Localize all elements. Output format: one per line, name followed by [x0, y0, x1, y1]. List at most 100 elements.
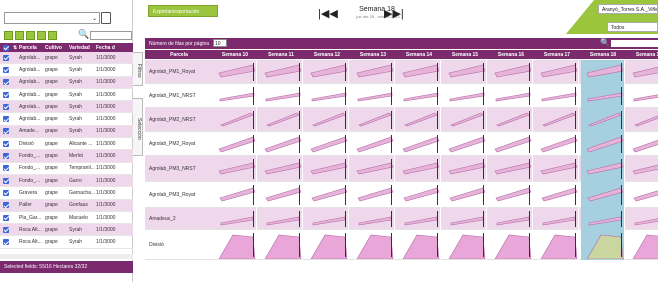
grid-icon[interactable]: [4, 31, 13, 40]
row-checkbox[interactable]: [3, 140, 9, 147]
parcel-thumbnail[interactable]: [213, 182, 257, 208]
parcel-thumbnail[interactable]: [213, 156, 257, 182]
parcel-thumbnail[interactable]: [305, 230, 349, 260]
parcel-name[interactable]: Divisió: [149, 242, 164, 248]
row-checkbox[interactable]: [3, 54, 9, 61]
parcel-thumbnail[interactable]: [443, 108, 487, 132]
parcel-thumbnail[interactable]: [535, 156, 579, 182]
parcel-thumbnail[interactable]: [627, 230, 658, 260]
parcel-thumbnail[interactable]: [351, 208, 395, 230]
table-row[interactable]: Roca Alt... grape Syrah 1/1/3000: [0, 224, 133, 237]
parcel-thumbnail[interactable]: [581, 84, 625, 108]
col-fecha[interactable]: Fecha d: [96, 45, 116, 51]
select-all-checkbox[interactable]: [3, 44, 9, 51]
parcel-thumbnail[interactable]: [351, 84, 395, 108]
export-button[interactable]: Exportar/exportación: [148, 5, 218, 17]
parcel-thumbnail[interactable]: [535, 108, 579, 132]
parcel-thumbnail[interactable]: [213, 132, 257, 156]
tab-filters[interactable]: Filtros: [133, 52, 143, 86]
row-checkbox[interactable]: [3, 165, 9, 172]
week-header[interactable]: Semana 18: [578, 52, 628, 58]
parcel-thumbnail[interactable]: [259, 84, 303, 108]
parcel-thumbnail[interactable]: [351, 132, 395, 156]
company-select[interactable]: Aranyó_Torres S.A._Viñe: [598, 4, 658, 14]
parcel-thumbnail[interactable]: [397, 208, 441, 230]
table-row[interactable]: Agrolab... grape Syrah 1/1/3000: [0, 89, 133, 102]
field-group-select[interactable]: ⌄: [4, 12, 100, 24]
horizontal-scrollbar[interactable]: [0, 254, 133, 259]
download-icon[interactable]: [26, 31, 35, 40]
week-header[interactable]: Semana 19: [624, 52, 658, 58]
parcel-thumbnail[interactable]: [397, 132, 441, 156]
previous-week-icon[interactable]: |◀◀: [318, 7, 338, 20]
parcel-thumbnail[interactable]: [535, 60, 579, 84]
row-checkbox[interactable]: [3, 66, 9, 73]
parcel-thumbnail[interactable]: [397, 156, 441, 182]
parcel-thumbnail[interactable]: [443, 84, 487, 108]
parcel-thumbnail[interactable]: [489, 60, 533, 84]
week-header[interactable]: Semana 13: [348, 52, 398, 58]
table-row[interactable]: Fondo_... grape Merlot 1/1/3000: [0, 150, 133, 163]
table-row[interactable]: Agrolab... grape Syrah 1/1/3000: [0, 52, 133, 65]
parcel-thumbnail[interactable]: [259, 182, 303, 208]
parcel-thumbnail[interactable]: [627, 132, 658, 156]
parcel-thumbnail[interactable]: [213, 208, 257, 230]
search-icon[interactable]: 🔍: [78, 29, 89, 40]
parcel-thumbnail[interactable]: [259, 60, 303, 84]
table-row[interactable]: Fondo_... grape Tempranil... 1/1/3000: [0, 163, 133, 175]
parcel-name[interactable]: Agrolab_PM1_Royat: [149, 69, 195, 75]
parcel-thumbnail[interactable]: [489, 132, 533, 156]
rows-per-page-select[interactable]: 10 ⌄: [213, 39, 227, 53]
parcel-thumbnail[interactable]: [259, 108, 303, 132]
table-row[interactable]: Roca Alt... grape Syrah 1/1/3000: [0, 236, 133, 249]
row-checkbox[interactable]: [3, 91, 9, 98]
parcel-thumbnail[interactable]: [581, 208, 625, 230]
parcel-thumbnail[interactable]: [351, 156, 395, 182]
parcel-thumbnail[interactable]: [443, 208, 487, 230]
parcel-thumbnail[interactable]: [535, 208, 579, 230]
parcel-thumbnail[interactable]: [259, 156, 303, 182]
parcel-thumbnail[interactable]: [259, 208, 303, 230]
parcel-name[interactable]: Agrolab_PM3_NRST: [149, 166, 196, 172]
parcel-thumbnail[interactable]: [351, 230, 395, 260]
table-row[interactable]: Paller grape Gonfaus 1/1/3000: [0, 199, 133, 212]
parcel-thumbnail[interactable]: [489, 84, 533, 108]
parcel-thumbnail[interactable]: [627, 84, 658, 108]
parcel-thumbnail[interactable]: [443, 156, 487, 182]
table-row[interactable]: Agrolab... grape Syrah 1/1/3000: [0, 76, 133, 89]
week-header[interactable]: Semana 16: [486, 52, 536, 58]
parcel-thumbnail[interactable]: [443, 230, 487, 260]
parcel-thumbnail[interactable]: [213, 230, 257, 260]
parcel-thumbnail[interactable]: [397, 108, 441, 132]
parcel-thumbnail[interactable]: [351, 60, 395, 84]
parcel-thumbnail[interactable]: [489, 230, 533, 260]
table-row[interactable]: Agrolab... grape Syrah 1/1/3000: [0, 113, 133, 126]
col-variedad[interactable]: Variedad: [69, 45, 96, 51]
parcel-thumbnail[interactable]: [305, 156, 349, 182]
col-parcela[interactable]: Parcela: [19, 45, 45, 51]
row-checkbox[interactable]: [3, 116, 9, 123]
parcel-thumbnail[interactable]: [305, 84, 349, 108]
parcel-thumbnail[interactable]: [535, 132, 579, 156]
week-header[interactable]: Semana 15: [440, 52, 490, 58]
left-search-input[interactable]: [90, 31, 132, 40]
parcel-thumbnail[interactable]: [581, 156, 625, 182]
week-header[interactable]: Semana 12: [302, 52, 352, 58]
parcel-name[interactable]: Amadeus_2: [149, 216, 176, 222]
parcel-thumbnail[interactable]: [213, 84, 257, 108]
parcel-thumbnail[interactable]: [581, 230, 625, 260]
row-checkbox[interactable]: [3, 226, 9, 233]
parcel-thumbnail[interactable]: [351, 108, 395, 132]
table-row[interactable]: Agrolab... grape Syrah 1/1/3000: [0, 64, 133, 77]
parcel-thumbnail[interactable]: [305, 132, 349, 156]
parcel-thumbnail[interactable]: [443, 132, 487, 156]
parcel-thumbnail[interactable]: [397, 84, 441, 108]
table-row[interactable]: Fondo_... grape Garro 1/1/3000: [0, 174, 133, 188]
table-row[interactable]: Pla_Gar... grape Macuelo 1/1/3000: [0, 212, 133, 225]
parcel-thumbnail[interactable]: [397, 182, 441, 208]
row-checkbox[interactable]: [3, 202, 9, 209]
parcel-thumbnail[interactable]: [581, 132, 625, 156]
parcel-thumbnail[interactable]: [627, 208, 658, 230]
parcel-thumbnail[interactable]: [397, 60, 441, 84]
parcel-name[interactable]: Agrolab_PM1_NRST: [149, 93, 196, 99]
